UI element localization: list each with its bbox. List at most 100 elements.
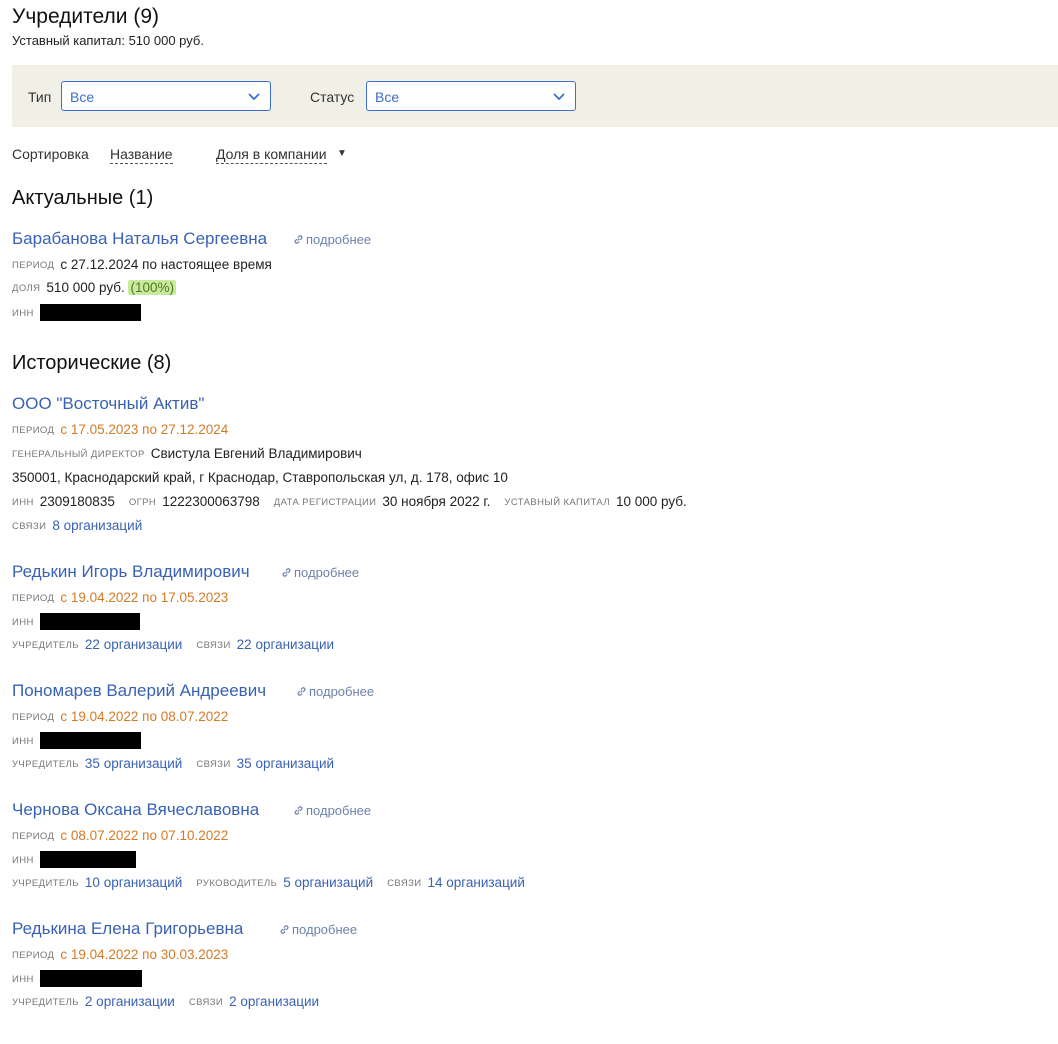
founder-count-link[interactable]: 35 организаций — [85, 756, 182, 771]
links-count-link[interactable]: 22 организации — [237, 637, 334, 652]
period-line: период с 27.12.2024 по настоящее время — [12, 257, 272, 272]
more-link-label: подробнее — [294, 565, 360, 580]
links-label: связи — [12, 521, 47, 532]
links-count-link[interactable]: 8 организаций — [52, 518, 142, 533]
inn-value: 2309180835 — [39, 494, 115, 509]
redacted-inn — [39, 613, 140, 630]
links-label: связи — [196, 759, 231, 770]
founder-label: учредитель — [12, 640, 79, 651]
inn-line: инн — [12, 970, 142, 987]
current-section-title: Актуальные (1) — [12, 187, 154, 209]
chevron-down-icon — [248, 93, 260, 101]
inn-label: инн — [12, 974, 34, 985]
founder-count-link[interactable]: 22 организации — [85, 637, 182, 652]
director-label: генеральный директор — [12, 449, 145, 460]
founder-label: учредитель — [12, 878, 79, 889]
founder-name-link[interactable]: Барабанова Наталья Сергеевна — [12, 229, 267, 249]
period-value: с 27.12.2024 по настоящее время — [60, 257, 272, 272]
ogrn-label: огрн — [128, 497, 157, 508]
links-count-link[interactable]: 2 организации — [229, 994, 319, 1009]
link-icon — [297, 687, 306, 696]
director-value: Свистула Евгений Владимирович — [150, 446, 362, 461]
capital-value: 10 000 руб. — [615, 494, 687, 509]
more-link-label: подробнее — [292, 922, 358, 937]
period-label: период — [12, 712, 55, 723]
sort-label: Сортировка — [12, 146, 89, 162]
ogrn-value: 1222300063798 — [162, 494, 260, 509]
period-label: период — [12, 593, 55, 604]
relations-line: учредитель 10 организаций руководитель 5 ор… — [12, 875, 525, 890]
more-link-label: подробнее — [306, 803, 372, 818]
sort-by-share-link[interactable]: Доля в компании — [216, 146, 327, 164]
redacted-inn — [39, 851, 136, 868]
period-label: период — [12, 260, 55, 271]
period-label: период — [12, 831, 55, 842]
more-link[interactable]: подробнее — [293, 232, 371, 247]
reg-date-value: 30 ноября 2022 г. — [382, 494, 491, 509]
status-filter-label: Статус — [310, 89, 355, 105]
links-label: связи — [387, 878, 422, 889]
filter-bar: Тип Все Статус Все — [12, 65, 1058, 127]
links-count-link[interactable]: 35 организаций — [237, 756, 334, 771]
manager-count-link[interactable]: 5 организаций — [283, 875, 373, 890]
period-value: с 19.04.2022 по 17.05.2023 — [60, 590, 229, 605]
more-link[interactable]: подробнее — [279, 922, 357, 937]
inn-label: инн — [12, 308, 34, 319]
director-line: генеральный директор Свистула Евгений Вла… — [12, 446, 362, 461]
links-line: связи 8 организаций — [12, 518, 142, 533]
links-label: связи — [196, 640, 231, 651]
reg-date-label: дата регистрации — [273, 497, 377, 508]
inn-label: инн — [12, 617, 34, 628]
redacted-inn — [39, 304, 141, 321]
founder-count-link[interactable]: 2 организации — [85, 994, 175, 1009]
period-value: с 19.04.2022 по 30.03.2023 — [60, 947, 229, 962]
sort-by-name-link[interactable]: Название — [110, 146, 173, 164]
relations-line: учредитель 35 организаций связи 35 организа… — [12, 756, 334, 771]
manager-label: руководитель — [196, 878, 278, 889]
inn-line: инн — [12, 613, 140, 630]
more-link[interactable]: подробнее — [281, 565, 359, 580]
inn-label: инн — [12, 497, 34, 508]
chevron-down-icon — [553, 93, 565, 101]
more-link-label: подробнее — [309, 684, 375, 699]
more-link[interactable]: подробнее — [293, 803, 371, 818]
founder-name-link[interactable]: Чернова Оксана Вячеславовна — [12, 800, 259, 820]
historic-section-title: Исторические (8) — [12, 352, 172, 374]
sort-direction-icon[interactable]: ▼ — [337, 148, 347, 159]
founder-name-link[interactable]: Пономарев Валерий Андреевич — [12, 681, 266, 701]
status-filter-value: Все — [375, 89, 400, 105]
link-icon — [294, 806, 303, 815]
authorized-capital: Уставный капитал: 510 000 руб. — [12, 33, 204, 48]
type-filter-select[interactable]: Все — [61, 81, 271, 111]
company-details-line: инн 2309180835 огрн 1222300063798 дата регис… — [12, 494, 687, 509]
period-line: период с 17.05.2023 по 27.12.2024 — [12, 422, 228, 437]
founder-name-link[interactable]: Редькин Игорь Владимирович — [12, 562, 250, 582]
redacted-inn — [39, 732, 141, 749]
type-filter-label: Тип — [28, 89, 52, 105]
page-title: Учредители (9) — [12, 5, 160, 28]
period-line: период с 19.04.2022 по 17.05.2023 — [12, 590, 228, 605]
founder-label: учредитель — [12, 759, 79, 770]
share-value: 510 000 руб. — [46, 280, 125, 295]
company-name-link[interactable]: ООО "Восточный Актив" — [12, 394, 204, 414]
link-icon — [294, 235, 303, 244]
founder-name-link[interactable]: Редькина Елена Григорьевна — [12, 919, 243, 939]
inn-label: инн — [12, 855, 34, 866]
period-line: период с 19.04.2022 по 08.07.2022 — [12, 709, 228, 724]
inn-line: инн — [12, 304, 141, 321]
type-filter-value: Все — [70, 89, 95, 105]
link-icon — [280, 925, 289, 934]
capital-label: уставный капитал — [504, 497, 610, 508]
founder-count-link[interactable]: 10 организаций — [85, 875, 182, 890]
link-icon — [282, 568, 291, 577]
relations-line: учредитель 2 организации связи 2 организаци… — [12, 994, 319, 1009]
status-filter-select[interactable]: Все — [366, 81, 576, 111]
share-percent-badge: (100%) — [128, 280, 177, 295]
founder-label: учредитель — [12, 997, 79, 1008]
more-link[interactable]: подробнее — [296, 684, 374, 699]
address-line: 350001, Краснодарский край, г Краснодар,… — [12, 470, 508, 485]
more-link-label: подробнее — [306, 232, 372, 247]
share-line: доля 510 000 руб. (100%) — [12, 280, 177, 295]
links-count-link[interactable]: 14 организаций — [427, 875, 524, 890]
period-line: период с 19.04.2022 по 30.03.2023 — [12, 947, 228, 962]
